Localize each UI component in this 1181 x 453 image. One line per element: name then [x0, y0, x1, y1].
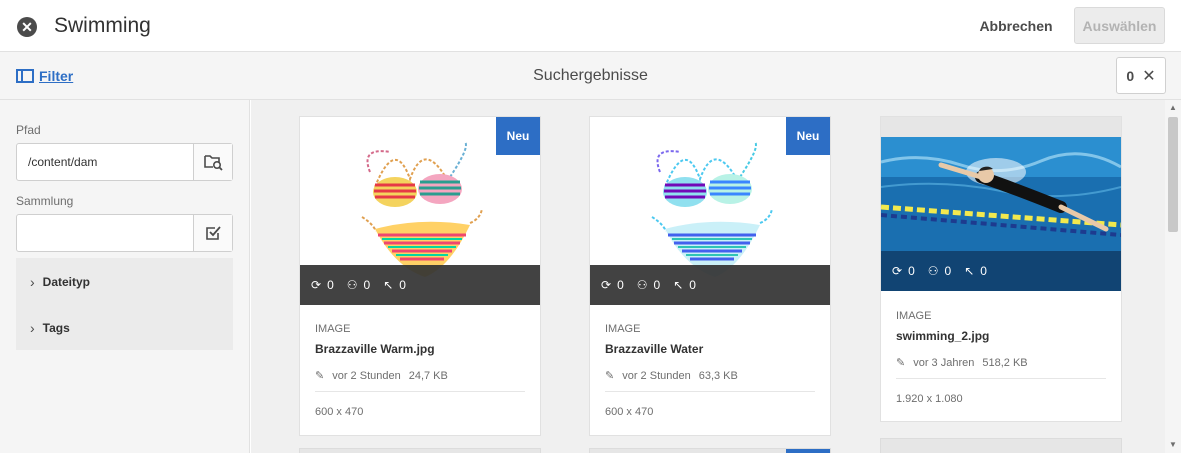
asset-name: Brazzaville Water	[605, 342, 704, 356]
clear-selection-button[interactable]: 0 ✕	[1116, 57, 1166, 94]
asset-size: 63,3 KB	[698, 369, 738, 382]
top-bar: ✕ Swimming Abbrechen Auswählen	[0, 0, 1181, 52]
scrollbar[interactable]: ▲ ▼	[1165, 100, 1181, 453]
chevron-right-icon: ›	[30, 274, 35, 290]
asset-card[interactable]: Neu ⟳ 0 ⚇ 0 ↖ 0 IMAGE Brazzaville Warm.jpg …	[299, 116, 541, 436]
folder-search-icon	[204, 155, 223, 171]
asset-modified-row: ✎ vor 3 Jahren 518,2 KB	[896, 356, 1028, 370]
results-toolbar: Filter Suchergebnisse 0 ✕	[0, 52, 1181, 100]
asset-card-partial[interactable]	[299, 448, 541, 453]
accordion-item-tags[interactable]: › Tags	[30, 320, 70, 336]
asset-name: Brazzaville Warm.jpg	[315, 342, 435, 356]
path-input[interactable]	[17, 144, 193, 180]
cancel-button[interactable]: Abbrechen	[970, 8, 1062, 44]
stat-value: 0	[908, 264, 915, 278]
chevron-right-icon: ›	[30, 320, 35, 336]
asset-type: IMAGE	[315, 323, 351, 335]
asset-modified: vor 2 Stunden	[622, 369, 691, 382]
stat-value: 0	[399, 278, 406, 292]
close-icon: ✕	[1142, 67, 1156, 85]
accordion-label: Dateityp	[42, 275, 91, 289]
asset-thumbnail: Neu ⟳ 0 ⚇ 0 ↖ 0	[590, 117, 830, 305]
selection-count: 0	[1126, 67, 1135, 84]
checkbox-icon	[206, 226, 221, 240]
collection-field	[16, 214, 233, 252]
asset-modified: vor 2 Stunden	[332, 369, 401, 382]
asset-dimensions: 600 x 470	[315, 406, 364, 418]
new-badge-partial	[786, 449, 830, 453]
results-title: Suchergebnisse	[533, 67, 648, 84]
scroll-down-icon[interactable]: ▼	[1169, 440, 1177, 449]
asset-card[interactable]: ⟳ 0 ⚇ 0 ↖ 0 IMAGE swimming_2.jpg ✎ vor 3 Ja…	[880, 116, 1122, 422]
stat-value: 0	[653, 278, 661, 292]
select-button[interactable]: Auswählen	[1074, 7, 1165, 44]
stat-value: 0	[944, 264, 952, 278]
asset-name: swimming_2.jpg	[896, 329, 990, 343]
sync-icon: ⟳	[892, 264, 903, 278]
asset-card-partial[interactable]	[589, 448, 831, 453]
asset-modified: vor 3 Jahren	[913, 356, 975, 369]
pencil-icon: ✎	[315, 370, 325, 382]
asset-modified-row: ✎ vor 2 Stunden 63,3 KB	[605, 369, 738, 383]
asset-thumbnail: ⟳ 0 ⚇ 0 ↖ 0	[881, 117, 1121, 291]
pencil-icon: ✎	[896, 357, 906, 369]
sync-icon: ⟳	[601, 278, 612, 292]
cursor-icon: ↖	[383, 278, 394, 292]
page-title: Swimming	[54, 14, 151, 37]
asset-dimensions: 600 x 470	[605, 406, 654, 418]
asset-card-partial[interactable]	[880, 438, 1122, 453]
new-badge: Neu	[496, 117, 540, 155]
asset-type: IMAGE	[896, 310, 932, 322]
accordion-label: Tags	[42, 321, 70, 335]
stat-value: 0	[617, 278, 624, 292]
users-icon: ⚇	[346, 278, 358, 292]
new-badge: Neu	[786, 117, 830, 155]
pencil-icon: ✎	[605, 370, 615, 382]
cursor-icon: ↖	[964, 264, 975, 278]
asset-size: 518,2 KB	[982, 356, 1028, 369]
path-label: Pfad	[16, 123, 41, 137]
asset-size: 24,7 KB	[408, 369, 448, 382]
asset-card[interactable]: Neu ⟳ 0 ⚇ 0 ↖ 0 IMAGE Brazzaville Water ✎ v…	[589, 116, 831, 436]
card-overlay-stats: ⟳ 0 ⚇ 0 ↖ 0	[300, 265, 540, 305]
cursor-icon: ↖	[673, 278, 684, 292]
divider	[896, 378, 1106, 379]
path-field	[16, 143, 233, 181]
stat-value: 0	[327, 278, 334, 292]
scroll-up-icon[interactable]: ▲	[1169, 103, 1177, 112]
users-icon: ⚇	[927, 264, 939, 278]
collection-input[interactable]	[17, 215, 193, 251]
card-overlay-stats: ⟳ 0 ⚇ 0 ↖ 0	[590, 265, 830, 305]
asset-thumbnail: Neu ⟳ 0 ⚇ 0 ↖ 0	[300, 117, 540, 305]
close-icon[interactable]: ✕	[17, 17, 37, 37]
filter-sidebar: Pfad Sammlung › Dateityp › Tags	[0, 100, 250, 453]
divider	[605, 391, 815, 392]
results-grid: Neu ⟳ 0 ⚇ 0 ↖ 0 IMAGE Brazzaville Warm.jpg …	[251, 100, 1165, 453]
sync-icon: ⟳	[311, 278, 322, 292]
asset-modified-row: ✎ vor 2 Stunden 24,7 KB	[315, 369, 448, 383]
stat-value: 0	[689, 278, 696, 292]
stat-value: 0	[363, 278, 371, 292]
divider	[315, 391, 525, 392]
accordion-item-filetype[interactable]: › Dateityp	[30, 274, 90, 290]
scroll-thumb[interactable]	[1168, 117, 1178, 232]
asset-type: IMAGE	[605, 323, 641, 335]
asset-dimensions: 1.920 x 1.080	[896, 393, 963, 405]
collection-select-button[interactable]	[193, 215, 232, 251]
card-overlay-stats: ⟳ 0 ⚇ 0 ↖ 0	[881, 251, 1121, 291]
filter-accordion: › Dateityp › Tags	[16, 258, 233, 350]
stat-value: 0	[980, 264, 987, 278]
users-icon: ⚇	[636, 278, 648, 292]
path-browse-button[interactable]	[193, 144, 232, 180]
collection-label: Sammlung	[16, 194, 74, 208]
